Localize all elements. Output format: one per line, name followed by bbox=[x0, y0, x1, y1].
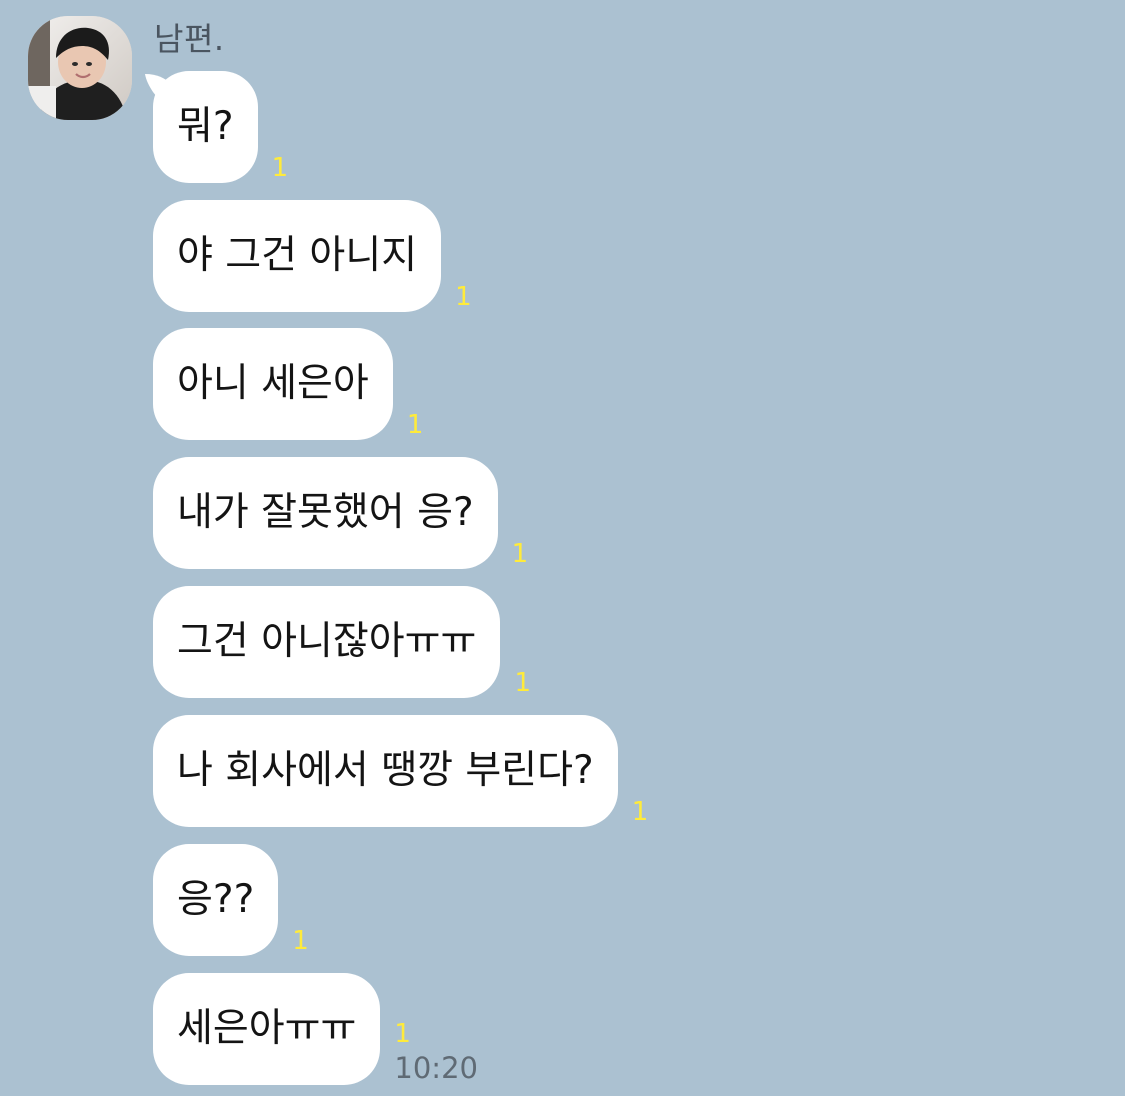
message-bubble[interactable]: 뭐? bbox=[153, 71, 258, 183]
avatar[interactable] bbox=[28, 16, 132, 120]
message-bubble[interactable]: 나 회사에서 땡깡 부린다? bbox=[153, 715, 618, 827]
message-meta: 1 10:20 bbox=[394, 973, 478, 1085]
message-meta: 1 bbox=[292, 844, 309, 956]
message-bubble[interactable]: 세은아ㅠㅠ bbox=[153, 973, 381, 1085]
unread-count: 1 bbox=[292, 926, 309, 956]
message-row: 뭐? 1 bbox=[153, 71, 288, 183]
unread-count: 1 bbox=[406, 410, 424, 440]
message-bubble[interactable]: 그건 아니잖아ㅠㅠ bbox=[153, 586, 501, 698]
chat-screen: 남편. 뭐? 1 야 그건 아니지 1 아니 세은아 1 내가 잘못했어 응? … bbox=[0, 0, 1125, 1096]
message-bubble[interactable]: 야 그건 아니지 bbox=[153, 200, 442, 312]
message-timestamp: 10:20 bbox=[394, 1051, 478, 1085]
message-meta: 1 bbox=[407, 328, 424, 440]
message-meta: 1 bbox=[512, 457, 529, 569]
unread-count: 1 bbox=[514, 668, 531, 698]
message-meta: 1 bbox=[272, 71, 289, 183]
message-meta: 1 bbox=[514, 586, 531, 698]
unread-count: 1 bbox=[271, 153, 289, 183]
message-row: 아니 세은아 1 bbox=[153, 328, 423, 440]
message-row: 응?? 1 bbox=[153, 844, 309, 956]
message-row: 나 회사에서 땡깡 부린다? 1 bbox=[153, 715, 648, 827]
message-bubble[interactable]: 아니 세은아 bbox=[153, 328, 393, 440]
message-row: 그건 아니잖아ㅠㅠ 1 bbox=[153, 586, 531, 698]
message-row: 야 그건 아니지 1 bbox=[153, 200, 472, 312]
unread-count: 1 bbox=[631, 797, 649, 827]
message-row: 내가 잘못했어 응? 1 bbox=[153, 457, 528, 569]
sender-name: 남편. bbox=[154, 20, 225, 58]
message-row: 세은아ㅠㅠ 1 10:20 bbox=[153, 973, 478, 1085]
profile-photo-icon bbox=[28, 16, 132, 120]
unread-count: 1 bbox=[455, 282, 472, 312]
message-bubble[interactable]: 응?? bbox=[153, 844, 279, 956]
message-bubble[interactable]: 내가 잘못했어 응? bbox=[153, 457, 498, 569]
unread-count: 1 bbox=[394, 1019, 411, 1049]
message-meta: 1 bbox=[632, 715, 649, 827]
unread-count: 1 bbox=[511, 539, 529, 569]
message-meta: 1 bbox=[455, 200, 472, 312]
